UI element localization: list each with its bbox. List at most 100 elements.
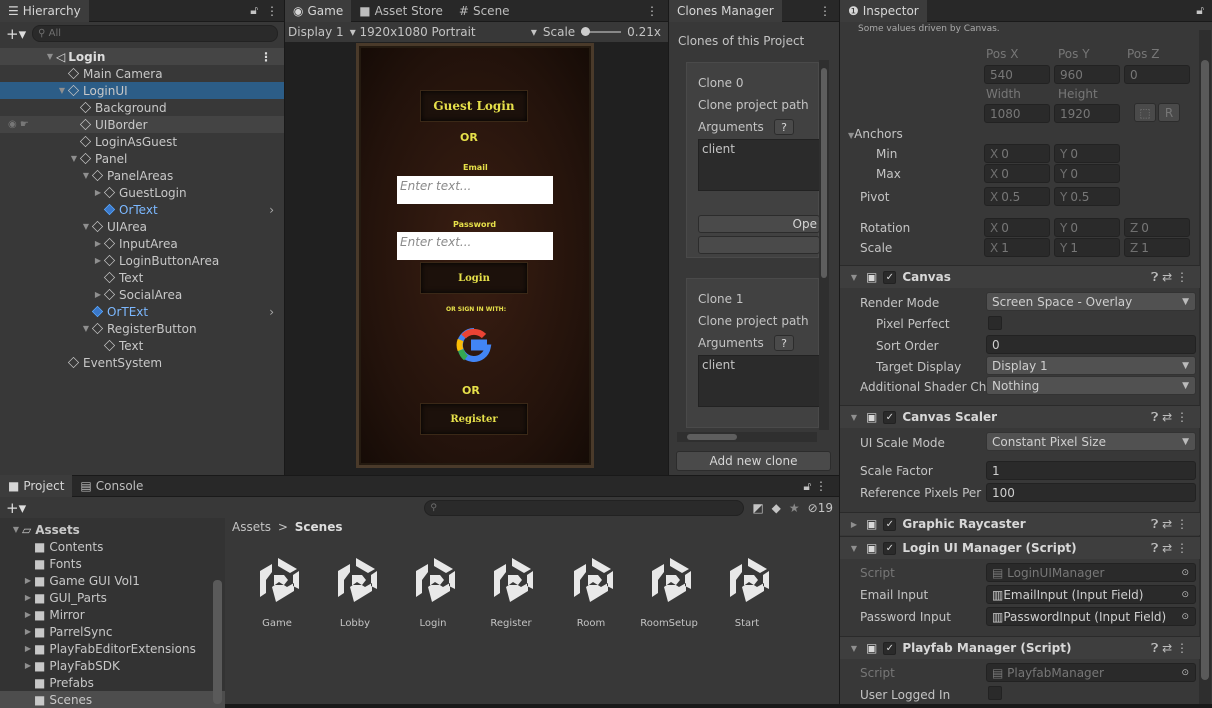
additional-shader-dropdown[interactable]: Nothing ▼	[986, 376, 1196, 395]
component-enable-checkbox[interactable]: ✓	[883, 410, 897, 424]
presets-icon[interactable]: ⇄	[1162, 641, 1172, 655]
login-button[interactable]: Login	[420, 262, 528, 294]
game-menu-icon[interactable]: ⋮	[646, 4, 658, 18]
height-field[interactable]: 1920	[1054, 104, 1120, 123]
hierarchy-item[interactable]: ▶ LoginButtonArea	[0, 252, 284, 269]
scale-z[interactable]: Z1	[1124, 238, 1190, 257]
hierarchy-item[interactable]: Main Camera	[0, 65, 284, 82]
pos-z-field[interactable]: 0	[1124, 65, 1190, 84]
component-menu-icon[interactable]: ⋮	[1176, 517, 1188, 531]
expand-arrow-icon[interactable]: ▼	[848, 644, 860, 653]
hierarchy-item[interactable]: ▶ SocialArea	[0, 286, 284, 303]
presets-icon[interactable]: ⇄	[1162, 270, 1172, 284]
presets-icon[interactable]: ⇄	[1162, 541, 1172, 555]
hierarchy-item[interactable]: Text	[0, 337, 284, 354]
component-enable-checkbox[interactable]: ✓	[883, 541, 897, 555]
render-mode-dropdown[interactable]: Screen Space - Overlay ▼	[986, 292, 1196, 311]
inspector-lock-icon[interactable]: 🔓︎	[1196, 3, 1204, 18]
password-input-ref-field[interactable]: ▥ PasswordInput (Input Field) ⊙	[986, 607, 1196, 626]
tree-folder[interactable]: ▶ ■ GUI_Parts	[0, 589, 225, 606]
hidden-packages-icon[interactable]: ⊘19	[808, 501, 833, 515]
help-icon[interactable]: ❓︎	[1151, 410, 1158, 424]
password-input[interactable]: Enter text...	[397, 232, 553, 260]
user-logged-in-checkbox[interactable]	[988, 686, 1002, 700]
presets-icon[interactable]: ⇄	[1162, 410, 1172, 424]
add-new-clone-button[interactable]: Add new clone	[676, 451, 831, 471]
scale-factor-field[interactable]: 1	[986, 461, 1196, 480]
expand-arrow-icon[interactable]: ▼	[848, 273, 860, 282]
tab-project[interactable]: ■ Project	[0, 475, 73, 497]
component-enable-checkbox[interactable]: ✓	[883, 517, 897, 531]
email-input-ref-field[interactable]: ▥ EmailInput (Input Field) ⊙	[986, 585, 1196, 604]
add-icon[interactable]: +▾	[6, 25, 26, 43]
help-button[interactable]: ?	[774, 335, 794, 351]
tab-inspector[interactable]: ❶ Inspector	[840, 0, 927, 22]
label-tag-icon[interactable]: ◆	[772, 501, 781, 515]
tree-folder[interactable]: ■ Scenes	[0, 691, 225, 708]
arguments-textarea[interactable]: client	[698, 139, 820, 191]
hierarchy-item[interactable]: ▼ PanelAreas	[0, 167, 284, 184]
scene-asset[interactable]: Game	[247, 553, 307, 629]
collapsed-arrow-icon[interactable]: ▶	[22, 627, 34, 636]
target-display-dropdown[interactable]: Display 1 ▼	[986, 356, 1196, 375]
raw-edit-button[interactable]: R	[1158, 103, 1180, 122]
collapsed-arrow-icon[interactable]: ▶	[848, 520, 860, 529]
scale-x[interactable]: X1	[984, 238, 1050, 257]
component-enable-checkbox[interactable]: ✓	[883, 270, 897, 284]
component-menu-icon[interactable]: ⋮	[1176, 541, 1188, 555]
create-asset-icon[interactable]: +▾	[6, 499, 26, 517]
component-menu-icon[interactable]: ⋮	[1176, 410, 1188, 424]
scene-asset[interactable]: Room	[561, 553, 621, 629]
scene-menu-icon[interactable]: ⋮	[260, 50, 272, 64]
scene-asset[interactable]: RoomSetup	[639, 553, 699, 629]
hierarchy-item[interactable]: ▶ GuestLogin	[0, 184, 284, 201]
help-button[interactable]: ?	[774, 119, 794, 135]
scene-asset[interactable]: Login	[403, 553, 463, 629]
hierarchy-item[interactable]: ▼ Panel	[0, 150, 284, 167]
tree-folder[interactable]: ▶ ■ PlayFabSDK	[0, 657, 225, 674]
help-icon[interactable]: ❓︎	[1151, 641, 1158, 655]
collapsed-arrow-icon[interactable]: ▶	[22, 610, 34, 619]
pivot-x[interactable]: X 0.5	[984, 187, 1050, 206]
expand-arrow-icon[interactable]: ▼	[80, 171, 92, 180]
object-picker-icon[interactable]: ⊙	[1181, 590, 1189, 600]
collapsed-arrow-icon[interactable]: ▶	[22, 644, 34, 653]
help-icon[interactable]: ❓︎	[1151, 541, 1158, 555]
help-icon[interactable]: ❓︎	[1151, 270, 1158, 284]
expand-arrow-icon[interactable]: ▼	[56, 86, 68, 95]
pivot-y[interactable]: Y 0.5	[1054, 187, 1120, 206]
rotation-y[interactable]: Y0	[1054, 218, 1120, 237]
hierarchy-item[interactable]: Background	[0, 99, 284, 116]
expand-arrow-icon[interactable]: ▶	[92, 239, 104, 248]
clone-action-button[interactable]	[698, 236, 820, 254]
component-enable-checkbox[interactable]: ✓	[883, 641, 897, 655]
presets-icon[interactable]: ⇄	[1162, 517, 1172, 531]
scale-dropdown-icon[interactable]: ▾	[531, 25, 537, 39]
pos-x-field[interactable]: 540	[984, 65, 1050, 84]
anchors-foldout[interactable]: ▼Anchors	[848, 127, 903, 141]
component-menu-icon[interactable]: ⋮	[1176, 270, 1188, 284]
expand-arrow-icon[interactable]: ▼	[68, 154, 80, 163]
more-menu-icon[interactable]: ⋮	[266, 4, 278, 18]
expand-arrow-icon[interactable]: ▼	[848, 413, 860, 422]
scene-asset[interactable]: Lobby	[325, 553, 385, 629]
anchor-max-x[interactable]: X0	[984, 164, 1050, 183]
scale-y[interactable]: Y1	[1054, 238, 1120, 257]
expand-arrow-icon[interactable]: ▼	[80, 324, 92, 333]
star-icon[interactable]: ★	[789, 501, 800, 515]
blueprint-mode-button[interactable]: ⬚	[1134, 103, 1156, 122]
open-clone-button[interactable]: Ope	[698, 215, 820, 233]
tree-folder[interactable]: ▶ ■ PlayFabEditorExtensions	[0, 640, 225, 657]
clones-scrollbar[interactable]	[819, 60, 829, 430]
expand-arrow-icon[interactable]: ▼	[848, 544, 860, 553]
component-menu-icon[interactable]: ⋮	[1176, 641, 1188, 655]
tree-folder[interactable]: ■ Prefabs	[0, 674, 225, 691]
chevron-right-icon[interactable]: ›	[269, 305, 274, 319]
tree-folder[interactable]: ▶ ■ Mirror	[0, 606, 225, 623]
tab-asset-store[interactable]: ■ Asset Store	[351, 0, 451, 22]
inspector-scrollbar[interactable]	[1199, 30, 1211, 704]
hierarchy-item[interactable]: Text	[0, 269, 284, 286]
hierarchy-item[interactable]: UIBorder ◉ ☛	[0, 116, 284, 133]
scene-asset[interactable]: Start	[717, 553, 777, 629]
expand-arrow-icon[interactable]: ▶	[92, 290, 104, 299]
